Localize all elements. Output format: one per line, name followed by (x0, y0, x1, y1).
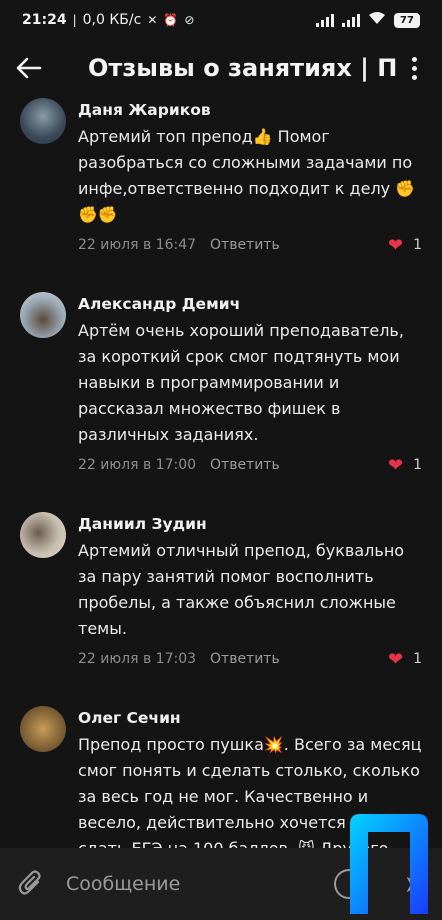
like-count: 1 (413, 457, 422, 473)
divider: | (72, 13, 77, 27)
comments-feed[interactable]: Даня Жариков Артемий топ препод👍 Помог р… (0, 96, 442, 848)
message-input[interactable]: Сообщение (66, 873, 334, 895)
heart-icon: ❤ (387, 454, 404, 476)
more-dot (411, 65, 417, 71)
top-toolbar: Отзывы о занятиях | П (0, 40, 442, 96)
battery-icon: 77 (394, 12, 420, 28)
heart-icon: ❤ (387, 234, 404, 256)
comment-time: 22 июля в 17:00 (78, 457, 197, 473)
dnd-icon: ⊘ (184, 13, 195, 27)
reply-button[interactable]: Ответить (210, 457, 280, 473)
like-button[interactable]: ❤ 1 (388, 455, 422, 476)
status-left: 21:24 | 0,0 КБ/с ✕ ⏰ ⊘ (22, 12, 194, 28)
comment-meta: 22 июля в 17:00 Ответить ❤ 1 (78, 454, 422, 476)
comment-text: Артемий отличный препод, буквально за па… (78, 541, 405, 638)
comment-meta: 22 июля в 17:03 Ответить ❤ 1 (78, 648, 422, 670)
more-dot (411, 56, 417, 62)
comment-item: Даниил Зудин Артемий отличный препод, бу… (0, 476, 442, 670)
reply-button[interactable]: Ответить (210, 651, 280, 667)
comment-author[interactable]: Олег Сечин (78, 706, 422, 728)
heart-icon: ❤ (387, 648, 404, 670)
reply-button[interactable]: Ответить (210, 237, 280, 253)
comment-text: Артём очень хороший преподаватель, за ко… (78, 321, 404, 444)
no-sim-icon: ✕ (147, 13, 158, 27)
status-time: 21:24 (22, 12, 67, 28)
comment-item: Даня Жариков Артемий топ препод👍 Помог р… (0, 96, 442, 256)
like-button[interactable]: ❤ 1 (388, 649, 422, 670)
like-count: 1 (413, 651, 422, 667)
status-bar: 21:24 | 0,0 КБ/с ✕ ⏰ ⊘ 77 (0, 0, 442, 40)
arrow-left-icon (16, 57, 42, 79)
wifi-icon (368, 11, 386, 29)
page-title: Отзывы о занятиях | П (88, 54, 398, 82)
status-right: 77 (316, 11, 420, 29)
alarm-icon: ⏰ (163, 13, 179, 27)
network-speed: 0,0 КБ/с (82, 12, 142, 28)
signal-icon-2 (342, 13, 360, 27)
comment-text: Артемий топ препод👍 Помог разобраться со… (78, 127, 416, 224)
avatar[interactable] (20, 292, 66, 338)
like-button[interactable]: ❤ 1 (388, 235, 422, 256)
avatar[interactable] (20, 706, 66, 752)
comment-item: Александр Демич Артём очень хороший преп… (0, 256, 442, 476)
attach-icon[interactable] (18, 870, 44, 898)
more-dot (411, 74, 417, 80)
avatar[interactable] (20, 512, 66, 558)
comment-meta: 22 июля в 16:47 Ответить ❤ 1 (78, 234, 422, 256)
comment-time: 22 июля в 16:47 (78, 237, 197, 253)
comment-time: 22 июля в 17:03 (78, 651, 197, 667)
like-count: 1 (413, 237, 422, 253)
brand-logo (350, 814, 428, 914)
comment-author[interactable]: Александр Демич (78, 292, 422, 314)
avatar[interactable] (20, 98, 66, 144)
comment-author[interactable]: Даня Жариков (78, 98, 422, 120)
signal-icon (316, 13, 334, 27)
comment-author[interactable]: Даниил Зудин (78, 512, 422, 534)
back-button[interactable] (16, 48, 56, 88)
more-options-button[interactable] (402, 48, 426, 88)
